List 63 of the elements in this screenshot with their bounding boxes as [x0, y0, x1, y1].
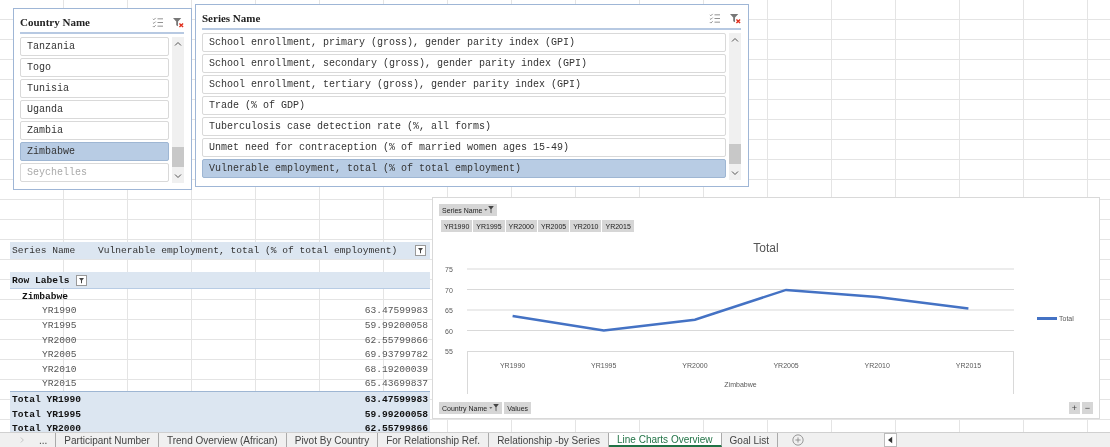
scroll-up-button[interactable] [731, 36, 739, 44]
slicer-item[interactable]: Tuberculosis case detection rate (%, all forms) [202, 117, 726, 136]
scroll-down-button[interactable] [731, 169, 739, 177]
value-cell-text: 69.93799782 [363, 349, 429, 361]
total-value: 63.47599983 [363, 393, 429, 405]
sheet-tab[interactable]: ... [31, 433, 57, 447]
row-label: YR2000 [41, 334, 78, 346]
value-cell-text: 63.47599983 [363, 305, 429, 317]
slicer-item[interactable]: Togo [20, 58, 169, 77]
slicer-item[interactable]: Trade (% of GDP) [202, 96, 726, 115]
total-value: 59.99200058 [363, 408, 429, 420]
zoom-out-button[interactable]: − [1082, 402, 1093, 414]
slicer-item[interactable]: Zambia [20, 121, 169, 140]
row-label: YR1990 [41, 305, 78, 317]
value-cell-text: 59.99200058 [363, 320, 429, 331]
scroll-left-icon[interactable] [888, 436, 894, 444]
scroll-down-button[interactable] [174, 172, 182, 180]
total-label: Total YR2000 [11, 423, 83, 435]
row-group-label: Zimbabwe [21, 290, 70, 302]
multi-select-icon[interactable] [709, 12, 720, 24]
slicer-item[interactable]: Tunisia [20, 79, 169, 98]
scroll-tabs-icon[interactable] [20, 436, 25, 444]
scrollbar-thumb[interactable] [172, 147, 184, 167]
sheet-tab[interactable]: Line Charts Overview [608, 433, 722, 447]
add-sheet-icon[interactable] [792, 434, 805, 446]
value-cell-text: 65.43699837 [363, 378, 429, 390]
slicer-item[interactable]: School enrollment, tertiary (gross), gender parity index (GPI) [202, 75, 726, 94]
filter-dropdown-icon[interactable] [415, 245, 426, 256]
scroll-up-button[interactable] [174, 40, 182, 48]
slicer-item[interactable]: School enrollment, primary (gross), gender parity index (GPI) [202, 33, 726, 52]
sheet-tab[interactable]: Relationship -by Series [489, 433, 609, 447]
slicer-item[interactable]: Uganda [20, 100, 169, 119]
clear-filter-icon[interactable] [173, 16, 184, 28]
sheet-tab[interactable]: For Relationship Ref. [378, 433, 490, 447]
value-cell-text: 68.19200039 [363, 363, 429, 375]
row-label: YR2010 [41, 363, 78, 375]
slicer-title: Country Name [20, 16, 91, 28]
slicer-item[interactable]: Vulnerable employment, total (% of total employment) [202, 159, 726, 178]
zoom-in-button[interactable]: + [1069, 402, 1080, 414]
row-labels-header: Row Labels [11, 274, 71, 286]
slicer-title: Series Name [202, 12, 262, 24]
chart-title: Total [752, 241, 780, 255]
value-cell-text: 62.55799866 [363, 334, 429, 346]
total-value: 62.55799866 [363, 423, 429, 435]
slicer-item[interactable]: Tanzania [20, 37, 169, 56]
total-label: Total YR1995 [11, 408, 83, 420]
sheet-tab[interactable]: Pivot By Country [286, 433, 379, 447]
row-label: YR2015 [41, 378, 78, 390]
sheet-tab[interactable]: Participant Number [56, 433, 159, 447]
slicer-item[interactable]: School enrollment, secondary (gross), gender parity index (GPI) [202, 54, 726, 73]
multi-select-icon[interactable] [152, 16, 163, 28]
row-label: YR2005 [41, 349, 78, 361]
scrollbar-thumb[interactable] [729, 144, 741, 164]
sheet-tab[interactable]: Goal List [721, 433, 779, 447]
total-label: Total YR1990 [11, 393, 83, 405]
filter-field-value: Vulnerable employment, total (% of total employment) [97, 245, 399, 256]
filter-dropdown-icon[interactable] [75, 274, 87, 286]
slicer-item[interactable]: Zimbabwe [20, 142, 169, 161]
filter-field-label: Series Name [11, 245, 77, 256]
sheet-tab[interactable]: Trend Overview (African) [158, 433, 287, 447]
slicer-item[interactable]: Unmet need for contraception (% of married women ages 15-49) [202, 138, 726, 157]
clear-filter-icon[interactable] [730, 12, 741, 24]
row-label: YR1995 [41, 320, 78, 331]
